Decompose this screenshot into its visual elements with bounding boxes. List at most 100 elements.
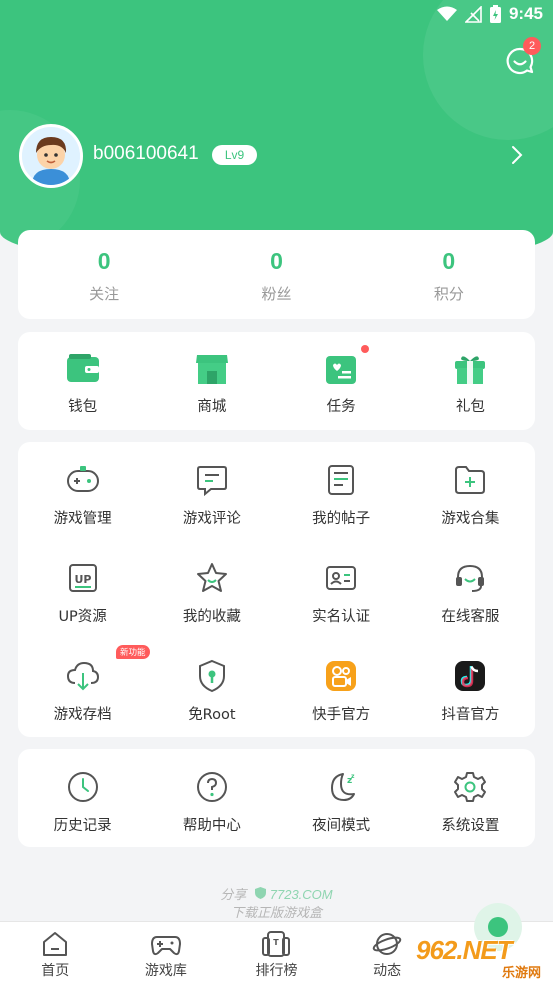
tool-label: 在线客服 [441, 609, 500, 625]
quick-actions-card: 钱包 商城 任务 礼包 [18, 332, 535, 430]
tool-online-support[interactable]: 在线客服 [406, 560, 535, 658]
more-label: 夜间模式 [312, 818, 371, 834]
stat-points[interactable]: 0 积分 [363, 230, 535, 319]
more-card: 历史记录 帮助中心 zz 夜间模式 系统设置 [18, 749, 535, 847]
tool-label: 游戏管理 [53, 511, 112, 527]
watermark: 962.NET 乐游网 [416, 935, 548, 981]
level-badge: Lv9 [212, 145, 257, 165]
nav-label: 游戏库 [144, 963, 187, 979]
stat-followers[interactable]: 0 粉丝 [190, 230, 362, 319]
avatar[interactable] [19, 124, 83, 188]
battery-icon [489, 5, 501, 23]
tool-my-posts[interactable]: 我的帖子 [277, 462, 406, 560]
gamepad-icon [65, 462, 101, 498]
nav-game-library[interactable]: 游戏库 [111, 922, 222, 983]
comment-icon [194, 462, 230, 498]
svg-text:z: z [351, 773, 355, 780]
stat-following[interactable]: 0 关注 [18, 230, 190, 319]
tool-kuaishou-official[interactable]: 快手官方 [277, 658, 406, 756]
stat-value: 0 [270, 248, 283, 274]
quick-action-label: 钱包 [68, 399, 98, 415]
tool-label: 实名认证 [312, 609, 371, 625]
stats-card: 0 关注 0 粉丝 0 积分 [18, 230, 535, 319]
up-icon: UP [65, 560, 101, 596]
folder-plus-icon [452, 462, 488, 498]
more-help-center[interactable]: 帮助中心 [147, 769, 276, 835]
planet-icon [372, 930, 402, 958]
new-feature-badge: 新功能 [116, 645, 150, 659]
shield-icon [194, 658, 230, 694]
gear-icon [452, 769, 488, 805]
moon-icon: zz [323, 769, 359, 805]
post-icon [323, 462, 359, 498]
tool-game-saves[interactable]: 游戏存档 [18, 658, 147, 756]
stat-value: 0 [97, 248, 111, 274]
profile-header-background [0, 0, 553, 268]
id-card-icon [323, 560, 359, 596]
nav-label: 首页 [41, 963, 70, 979]
task-icon [323, 345, 370, 387]
username[interactable]: b006100641 [93, 143, 199, 165]
svg-text:T: T [274, 938, 280, 947]
tool-real-name-auth[interactable]: 实名认证 [277, 560, 406, 658]
help-icon [194, 769, 230, 805]
tools-card: 游戏管理 游戏评论 我的帖子 游戏合集 UP UP资源 我的收藏 实名认证 在线… [18, 442, 535, 737]
share-subtitle: 下载正版游戏盒 [230, 906, 322, 921]
more-night-mode[interactable]: zz 夜间模式 [277, 769, 406, 835]
tool-label: 游戏合集 [441, 511, 500, 527]
more-history[interactable]: 历史记录 [18, 769, 147, 835]
tool-label: 免Root [188, 707, 236, 723]
headset-icon [452, 560, 488, 596]
cloud-download-icon [65, 658, 101, 694]
quick-action-task[interactable]: 任务 [277, 332, 406, 416]
watermark-sub: 乐游网 [498, 962, 544, 981]
wallet-icon [65, 351, 101, 387]
stat-label: 积分 [433, 285, 464, 303]
tool-my-favorites[interactable]: 我的收藏 [147, 560, 276, 658]
star-icon [194, 560, 230, 596]
svg-text:UP: UP [74, 573, 91, 586]
quick-action-label: 礼包 [455, 399, 485, 415]
quick-action-store[interactable]: 商城 [147, 332, 276, 416]
tool-label: 游戏评论 [182, 511, 241, 527]
quick-action-label: 任务 [326, 399, 356, 415]
tool-label: 我的收藏 [182, 609, 241, 625]
more-label: 帮助中心 [182, 818, 241, 834]
chevron-right-icon[interactable] [510, 143, 524, 167]
task-notification-dot [361, 345, 370, 353]
gift-icon [452, 351, 488, 387]
stat-label: 粉丝 [261, 285, 292, 303]
clock-icon [65, 769, 101, 805]
stat-label: 关注 [89, 285, 120, 303]
tool-label: UP资源 [58, 609, 107, 625]
quick-action-label: 商城 [197, 399, 227, 415]
tool-label: 快手官方 [312, 707, 371, 723]
signal-icon [464, 5, 482, 23]
nav-home[interactable]: 首页 [0, 922, 111, 983]
quick-action-wallet[interactable]: 钱包 [18, 332, 147, 416]
tool-label: 游戏存档 [53, 707, 112, 723]
share-brand: 7723.COM [269, 887, 333, 902]
tool-game-collection[interactable]: 游戏合集 [406, 462, 535, 560]
quick-action-gift[interactable]: 礼包 [406, 332, 535, 416]
more-label: 历史记录 [53, 818, 112, 834]
message-badge: 2 [523, 37, 541, 55]
status-time: 9:45 [508, 4, 543, 23]
tool-game-management[interactable]: 游戏管理 [18, 462, 147, 560]
ranking-icon: T [261, 930, 291, 958]
tool-label: 抖音官方 [441, 707, 500, 723]
tool-up-resources[interactable]: UP UP资源 [18, 560, 147, 658]
wifi-icon [436, 6, 457, 21]
stat-value: 0 [442, 248, 456, 274]
tool-game-comments[interactable]: 游戏评论 [147, 462, 276, 560]
tool-no-root[interactable]: 免Root [147, 658, 276, 756]
tool-douyin-official[interactable]: 抖音官方 [406, 658, 535, 756]
more-label: 系统设置 [441, 818, 500, 834]
kuaishou-icon [323, 658, 359, 694]
store-icon [194, 351, 230, 387]
share-prefix: 分享 [220, 888, 247, 903]
nav-ranking[interactable]: T 排行榜 [221, 922, 332, 983]
nav-label: 排行榜 [255, 963, 298, 979]
home-icon [40, 930, 70, 958]
more-settings[interactable]: 系统设置 [406, 769, 535, 835]
